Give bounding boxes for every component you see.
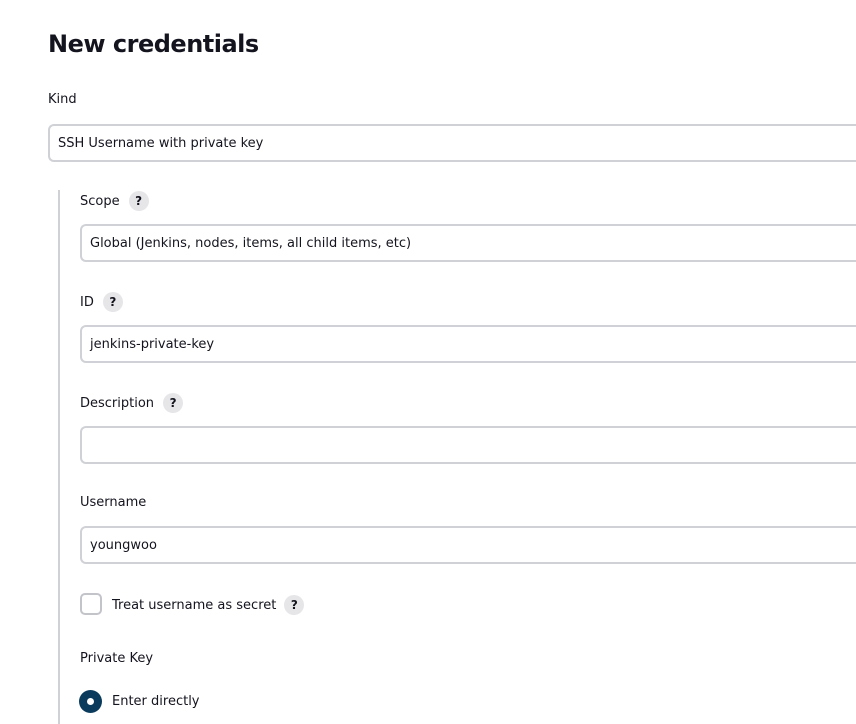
enter-directly-text: Enter directly [112, 693, 200, 709]
treat-username-secret-text: Treat username as secret [112, 597, 277, 613]
scope-label: Scope ? [80, 191, 149, 211]
page-title: New credentials [48, 30, 259, 58]
kind-select[interactable]: SSH Username with private key [48, 124, 856, 162]
id-label: ID ? [80, 292, 123, 312]
id-input-value: jenkins-private-key [90, 336, 215, 352]
username-label-text: Username [80, 495, 147, 510]
username-label: Username [80, 495, 146, 510]
username-input-value: youngwoo [90, 537, 157, 553]
kind-label: Kind [48, 92, 77, 107]
enter-directly-radio[interactable] [79, 690, 102, 713]
description-input[interactable] [80, 426, 856, 464]
description-label: Description ? [80, 393, 184, 413]
private-key-label-text: Private Key [80, 651, 154, 666]
scope-select-value: Global (Jenkins, nodes, items, all child… [90, 235, 412, 251]
enter-directly-label[interactable]: Enter directly [112, 692, 200, 710]
radio-selected-dot [87, 698, 94, 705]
description-label-text: Description [80, 395, 155, 411]
treat-secret-help-icon[interactable]: ? [284, 595, 305, 615]
treat-username-secret-label[interactable]: Treat username as secret ? [112, 595, 305, 615]
id-label-text: ID [80, 294, 94, 310]
scope-select[interactable]: Global (Jenkins, nodes, items, all child… [80, 224, 856, 262]
username-input[interactable]: youngwoo [80, 526, 856, 564]
treat-username-secret-checkbox[interactable] [80, 593, 102, 615]
scope-label-text: Scope [80, 193, 120, 209]
private-key-label: Private Key [80, 651, 153, 666]
scope-help-icon[interactable]: ? [128, 191, 149, 211]
id-help-icon[interactable]: ? [102, 292, 123, 312]
kind-label-text: Kind [48, 92, 77, 107]
id-input[interactable]: jenkins-private-key [80, 325, 856, 363]
new-credentials-page: New credentials Kind SSH Username with p… [0, 0, 856, 724]
description-help-icon[interactable]: ? [163, 393, 184, 413]
nested-section-rule [58, 190, 60, 724]
kind-select-value: SSH Username with private key [58, 135, 264, 151]
